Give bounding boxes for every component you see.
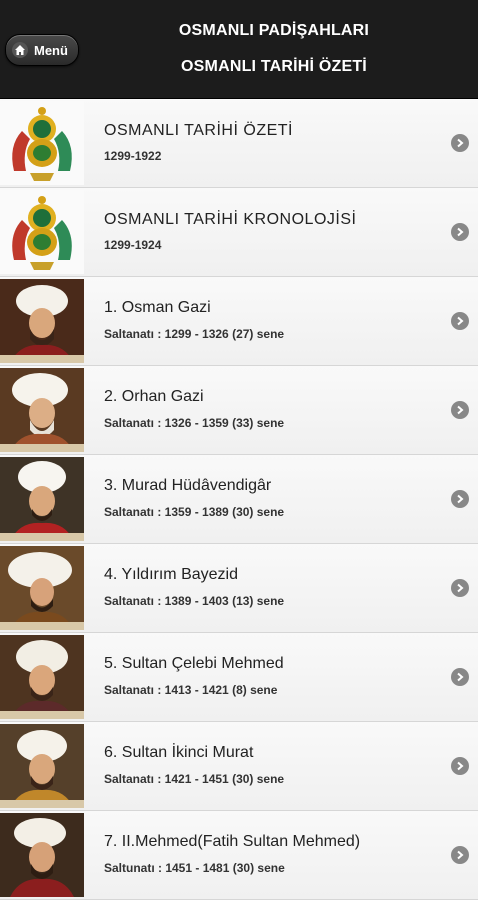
item-title: 5. Sultan Çelebi Mehmed xyxy=(104,655,284,672)
sultan-portrait-image xyxy=(0,546,84,630)
item-subtitle: Saltanatı : 1326 - 1359 (33) sene xyxy=(104,416,285,430)
menu-button-label: Menü xyxy=(34,42,68,58)
chevron-right-icon xyxy=(451,401,469,419)
item-subtitle: Saltunatı : 1451 - 1481 (30) sene xyxy=(104,861,285,875)
sultan-portrait-image xyxy=(0,279,84,363)
chevron-right-icon xyxy=(451,134,469,152)
item-title: OSMANLI TARİHİ KRONOLOJİSİ xyxy=(104,211,357,228)
item-title: 7. II.Mehmed(Fatih Sultan Mehmed) xyxy=(104,833,361,850)
item-subtitle: 1299-1922 xyxy=(104,149,162,163)
sultan-portrait-image xyxy=(0,635,84,719)
list-item[interactable]: OSMANLI TARİHİ KRONOLOJİSİ 1299-1924 xyxy=(0,188,478,277)
menu-button[interactable]: Menü xyxy=(5,34,79,66)
item-title: 3. Murad Hüdâvendigâr xyxy=(104,477,272,494)
item-subtitle: 1299-1924 xyxy=(104,238,162,252)
app-header: Menü OSMANLI PADİŞAHLARI OSMANLI TARİHİ … xyxy=(0,0,478,99)
chevron-right-icon xyxy=(451,579,469,597)
item-title: OSMANLI TARİHİ ÖZETİ xyxy=(104,122,293,139)
chevron-right-icon xyxy=(451,312,469,330)
sultan-portrait-image xyxy=(0,368,84,452)
list-item[interactable]: 5. Sultan Çelebi Mehmed Saltanatı : 1413… xyxy=(0,633,478,722)
item-subtitle: Saltanatı : 1359 - 1389 (30) sene xyxy=(104,505,285,519)
chevron-right-icon xyxy=(451,846,469,864)
list-item[interactable]: 3. Murad Hüdâvendigâr Saltanatı : 1359 -… xyxy=(0,455,478,544)
list-item[interactable]: 7. II.Mehmed(Fatih Sultan Mehmed) Saltun… xyxy=(0,811,478,900)
item-subtitle: Saltanatı : 1299 - 1326 (27) sene xyxy=(104,327,285,341)
list-item[interactable]: 1. Osman Gazi Saltanatı : 1299 - 1326 (2… xyxy=(0,277,478,366)
list-item[interactable]: OSMANLI TARİHİ ÖZETİ 1299-1922 xyxy=(0,99,478,188)
ottoman-coat-of-arms-image xyxy=(0,101,84,185)
item-title: 1. Osman Gazi xyxy=(104,299,211,316)
chevron-right-icon xyxy=(451,757,469,775)
sultan-list: OSMANLI TARİHİ ÖZETİ 1299-1922 OSMANLI T… xyxy=(0,99,478,900)
sultan-portrait-image xyxy=(0,724,84,808)
list-item[interactable]: 6. Sultan İkinci Murat Saltanatı : 1421 … xyxy=(0,722,478,811)
item-subtitle: Saltanatı : 1421 - 1451 (30) sene xyxy=(104,772,285,786)
home-icon xyxy=(12,42,28,58)
sultan-portrait-image xyxy=(0,813,84,897)
chevron-right-icon xyxy=(451,490,469,508)
page-subtitle: OSMANLI TARİHİ ÖZETİ xyxy=(181,58,367,75)
item-title: 4. Yıldırım Bayezid xyxy=(104,566,238,583)
item-subtitle: Saltanatı : 1389 - 1403 (13) sene xyxy=(104,594,285,608)
item-title: 2. Orhan Gazi xyxy=(104,388,204,405)
item-subtitle: Saltanatı : 1413 - 1421 (8) sene xyxy=(104,683,278,697)
item-title: 6. Sultan İkinci Murat xyxy=(104,744,254,761)
ottoman-coat-of-arms-image xyxy=(0,190,84,274)
page-title: OSMANLI PADİŞAHLARI xyxy=(178,22,370,39)
chevron-right-icon xyxy=(451,668,469,686)
list-item[interactable]: 2. Orhan Gazi Saltanatı : 1326 - 1359 (3… xyxy=(0,366,478,455)
chevron-right-icon xyxy=(451,223,469,241)
list-item[interactable]: 4. Yıldırım Bayezid Saltanatı : 1389 - 1… xyxy=(0,544,478,633)
sultan-portrait-image xyxy=(0,457,84,541)
